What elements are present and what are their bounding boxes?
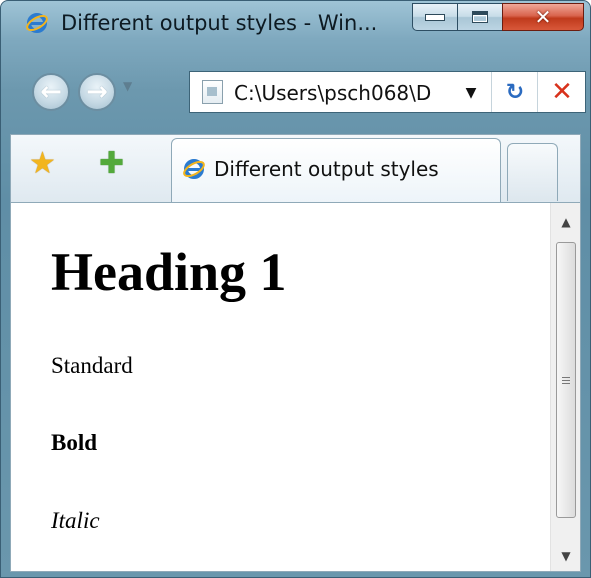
stop-button[interactable]: ✕	[537, 72, 586, 112]
recent-pages-dropdown-icon[interactable]: ▼	[123, 79, 132, 93]
vertical-scrollbar[interactable]: ▲ ▼	[550, 203, 580, 571]
heading-1: Heading 1	[51, 242, 287, 302]
address-input[interactable]: C:\Users\psch068\D	[234, 81, 448, 105]
add-to-favorites-icon[interactable]: ✚	[99, 149, 124, 179]
forward-button[interactable]: →	[78, 73, 116, 111]
back-button[interactable]: ←	[32, 73, 70, 111]
navigation-bar: ← → ▼ C:\Users\psch068\D ▼ ↻ ✕	[1, 61, 590, 125]
bold-text: Bold	[51, 430, 98, 455]
refresh-button[interactable]: ↻	[491, 72, 538, 112]
page-content: Heading 1 Standard Bold Italic ▲ ▼	[10, 202, 581, 572]
back-arrow-icon: ←	[40, 77, 62, 107]
address-dropdown-icon[interactable]: ▼	[453, 80, 489, 106]
standard-text: Standard	[51, 353, 133, 378]
tab-different-output-styles[interactable]: Different output styles	[171, 138, 501, 203]
scroll-up-arrow-icon[interactable]: ▲	[551, 207, 580, 237]
tab-page-icon	[182, 157, 206, 181]
browser-window: Different output styles - Win... ✕ ← → ▼…	[0, 0, 591, 578]
document-body: Heading 1 Standard Bold Italic	[11, 203, 550, 571]
internet-explorer-icon	[25, 11, 49, 35]
title-bar[interactable]: Different output styles - Win... ✕	[1, 1, 590, 43]
close-icon: ✕	[534, 5, 552, 29]
minimize-button[interactable]	[412, 3, 458, 31]
window-title: Different output styles - Win...	[61, 11, 378, 35]
page-icon	[202, 80, 223, 104]
italic-text: Italic	[51, 508, 100, 533]
maximize-icon	[472, 11, 488, 23]
grip-icon	[562, 376, 570, 384]
scrollbar-thumb[interactable]	[556, 242, 576, 518]
close-button[interactable]: ✕	[502, 3, 584, 31]
favorites-star-icon[interactable]: ★	[29, 149, 56, 179]
scroll-down-arrow-icon[interactable]: ▼	[551, 541, 580, 571]
new-tab-button[interactable]	[507, 143, 558, 201]
address-bar[interactable]: C:\Users\psch068\D ▼ ↻ ✕	[189, 71, 586, 113]
minimize-icon	[425, 13, 445, 21]
tab-bar: ★ ✚ Different output styles	[10, 134, 581, 203]
tab-label: Different output styles	[214, 157, 439, 181]
forward-arrow-icon: →	[86, 77, 108, 107]
maximize-button[interactable]	[457, 3, 503, 31]
